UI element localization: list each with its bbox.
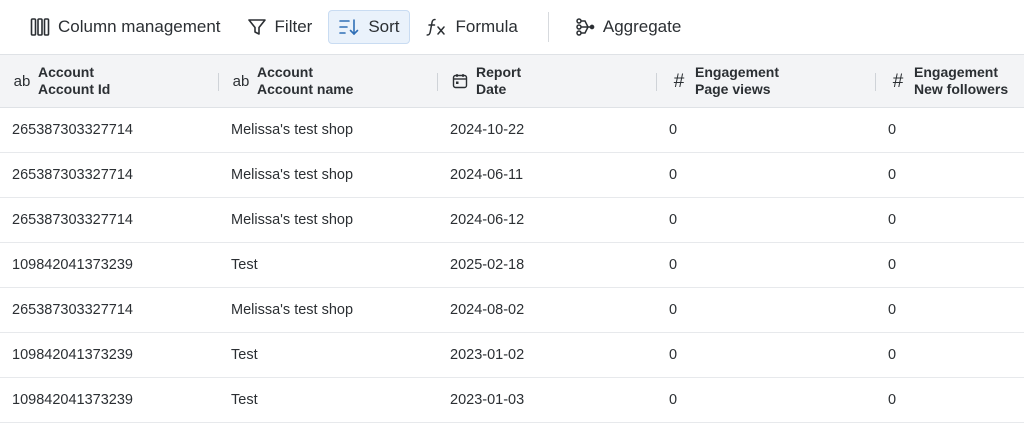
cell-account-name[interactable]: Test [219, 243, 438, 287]
column-header-name: Account Id [38, 81, 111, 97]
cell-new-followers[interactable]: 0 [876, 288, 1024, 332]
aggregate-icon [575, 17, 595, 37]
number-type-icon: # [892, 70, 904, 92]
cell-report-date[interactable]: 2024-08-02 [438, 288, 657, 332]
table-row[interactable]: 109842041373239 Test 2025-02-18 0 0 [0, 243, 1024, 288]
cell-account-id[interactable]: 265387303327714 [0, 198, 219, 242]
formula-icon [425, 17, 448, 37]
column-header-group: Account [257, 64, 313, 80]
aggregate-label: Aggregate [602, 17, 682, 36]
cell-report-date[interactable]: 2024-10-22 [438, 108, 657, 152]
cell-page-views[interactable]: 0 [657, 378, 876, 422]
formula-label: Formula [455, 17, 518, 36]
column-header-new-followers[interactable]: # Engagement New followers [876, 55, 1024, 107]
table-row[interactable]: 265387303327714 Melissa's test shop 2024… [0, 198, 1024, 243]
formula-button[interactable]: Formula [416, 10, 528, 44]
data-table: ab Account Account Id ab Account Account n… [0, 54, 1024, 423]
table-row[interactable]: 109842041373239 Test 2023-01-03 0 0 [0, 378, 1024, 423]
cell-account-id[interactable]: 109842041373239 [0, 333, 219, 377]
cell-report-date[interactable]: 2024-06-11 [438, 153, 657, 197]
calendar-icon [450, 73, 470, 89]
cell-page-views[interactable]: 0 [657, 153, 876, 197]
table-row[interactable]: 265387303327714 Melissa's test shop 2024… [0, 153, 1024, 198]
column-header-page-views[interactable]: # Engagement Page views [657, 55, 876, 107]
toolbar: Column management Filter Sort Formula Ag… [0, 0, 1024, 54]
column-header-group: Account [38, 64, 94, 80]
column-header-name: Date [476, 81, 507, 97]
cell-new-followers[interactable]: 0 [876, 153, 1024, 197]
column-header-report-date[interactable]: Report Date [438, 55, 657, 107]
cell-account-name[interactable]: Melissa's test shop [219, 108, 438, 152]
filter-label: Filter [274, 17, 313, 36]
column-header-group: Engagement [914, 64, 999, 80]
column-header-account-id[interactable]: ab Account Account Id [0, 55, 219, 107]
cell-account-id[interactable]: 265387303327714 [0, 288, 219, 332]
cell-new-followers[interactable]: 0 [876, 333, 1024, 377]
cell-new-followers[interactable]: 0 [876, 243, 1024, 287]
cell-page-views[interactable]: 0 [657, 108, 876, 152]
column-header-name: New followers [914, 81, 1009, 97]
cell-account-name[interactable]: Test [219, 378, 438, 422]
aggregate-button[interactable]: Aggregate [565, 10, 691, 44]
cell-account-name[interactable]: Melissa's test shop [219, 288, 438, 332]
toolbar-divider [547, 12, 549, 42]
cell-new-followers[interactable]: 0 [876, 378, 1024, 422]
cell-report-date[interactable]: 2023-01-02 [438, 333, 657, 377]
cell-page-views[interactable]: 0 [657, 243, 876, 287]
cell-page-views[interactable]: 0 [657, 333, 876, 377]
cell-report-date[interactable]: 2024-06-12 [438, 198, 657, 242]
cell-account-id[interactable]: 109842041373239 [0, 378, 219, 422]
filter-button[interactable]: Filter [237, 10, 323, 44]
cell-report-date[interactable]: 2025-02-18 [438, 243, 657, 287]
column-management-button[interactable]: Column management [20, 10, 231, 44]
cell-account-name[interactable]: Test [219, 333, 438, 377]
column-header-name: Page views [695, 81, 771, 97]
cell-page-views[interactable]: 0 [657, 198, 876, 242]
cell-page-views[interactable]: 0 [657, 288, 876, 332]
table-row[interactable]: 109842041373239 Test 2023-01-02 0 0 [0, 333, 1024, 378]
sort-button[interactable]: Sort [328, 10, 410, 44]
column-header-account-name[interactable]: ab Account Account name [219, 55, 438, 107]
column-header-group: Engagement [695, 64, 780, 80]
table-header: ab Account Account Id ab Account Account n… [0, 54, 1024, 108]
cell-account-id[interactable]: 265387303327714 [0, 108, 219, 152]
table-row[interactable]: 265387303327714 Melissa's test shop 2024… [0, 108, 1024, 153]
filter-icon [247, 17, 267, 37]
cell-new-followers[interactable]: 0 [876, 198, 1024, 242]
cell-account-name[interactable]: Melissa's test shop [219, 153, 438, 197]
column-management-label: Column management [58, 17, 221, 36]
sort-icon [338, 17, 360, 37]
column-header-group: Report [476, 64, 522, 80]
columns-icon [30, 17, 50, 37]
sort-label: Sort [368, 17, 400, 36]
cell-new-followers[interactable]: 0 [876, 108, 1024, 152]
number-type-icon: # [673, 70, 685, 92]
cell-account-name[interactable]: Melissa's test shop [219, 198, 438, 242]
column-header-name: Account name [257, 81, 354, 97]
text-type-icon: ab [232, 72, 250, 90]
cell-account-id[interactable]: 265387303327714 [0, 153, 219, 197]
table-row[interactable]: 265387303327714 Melissa's test shop 2024… [0, 288, 1024, 333]
cell-report-date[interactable]: 2023-01-03 [438, 378, 657, 422]
cell-account-id[interactable]: 109842041373239 [0, 243, 219, 287]
text-type-icon: ab [13, 72, 31, 90]
